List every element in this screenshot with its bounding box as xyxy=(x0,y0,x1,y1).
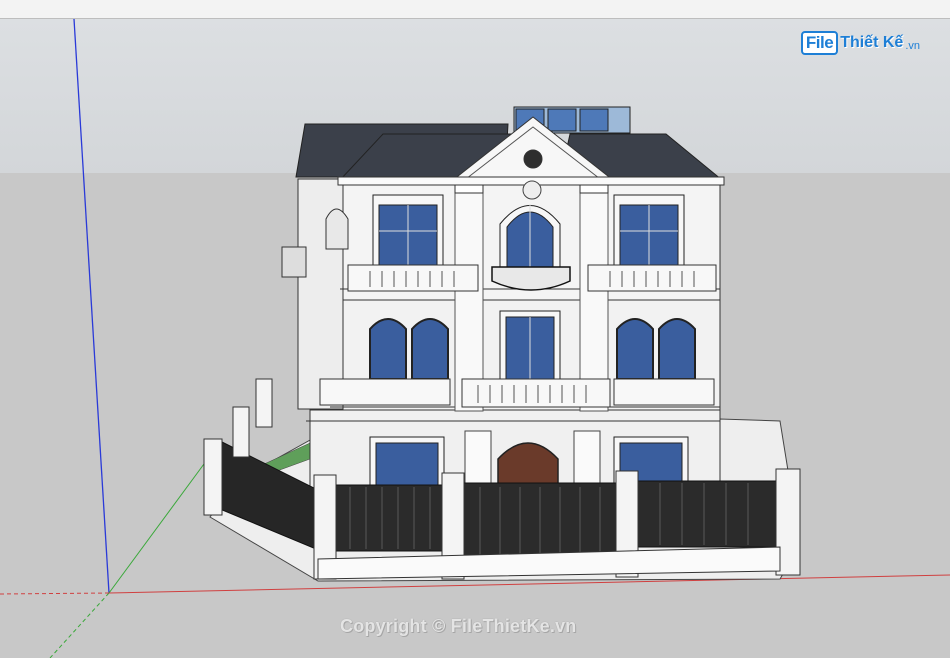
logo-file-badge: File xyxy=(800,31,839,55)
model-scene[interactable] xyxy=(0,19,950,658)
blue-axis xyxy=(73,19,110,594)
upper-balcony-right xyxy=(587,264,717,292)
upper-window-right xyxy=(613,194,685,268)
logo-tld-text: .vn xyxy=(905,40,920,52)
3d-viewport[interactable]: File Thiết Kế .vn xyxy=(0,19,950,658)
fence-pillar xyxy=(203,438,223,516)
fence-pillar xyxy=(255,378,273,428)
mid-balcony-left xyxy=(319,378,451,406)
front-fence-left xyxy=(333,484,445,552)
side-balcony xyxy=(281,246,307,278)
mid-balcony-center xyxy=(461,378,611,408)
upper-window-left xyxy=(372,194,444,268)
copyright-watermark: Copyright © FileThietKe.vn xyxy=(340,616,577,636)
oculus-window xyxy=(523,149,543,169)
site-logo: File Thiết Kế .vn xyxy=(800,28,920,58)
front-fence-right xyxy=(637,480,779,548)
red-axis-dashed xyxy=(0,592,110,595)
green-axis-dashed xyxy=(49,592,110,658)
mid-balcony-right xyxy=(613,378,715,406)
app-toolbar-strip xyxy=(0,0,950,19)
upper-balcony-left xyxy=(347,264,479,292)
mid-window-center xyxy=(499,310,561,384)
logo-brand-text: Thiết Kế xyxy=(840,34,904,51)
green-axis xyxy=(108,448,216,594)
fence-pillar xyxy=(232,406,250,458)
